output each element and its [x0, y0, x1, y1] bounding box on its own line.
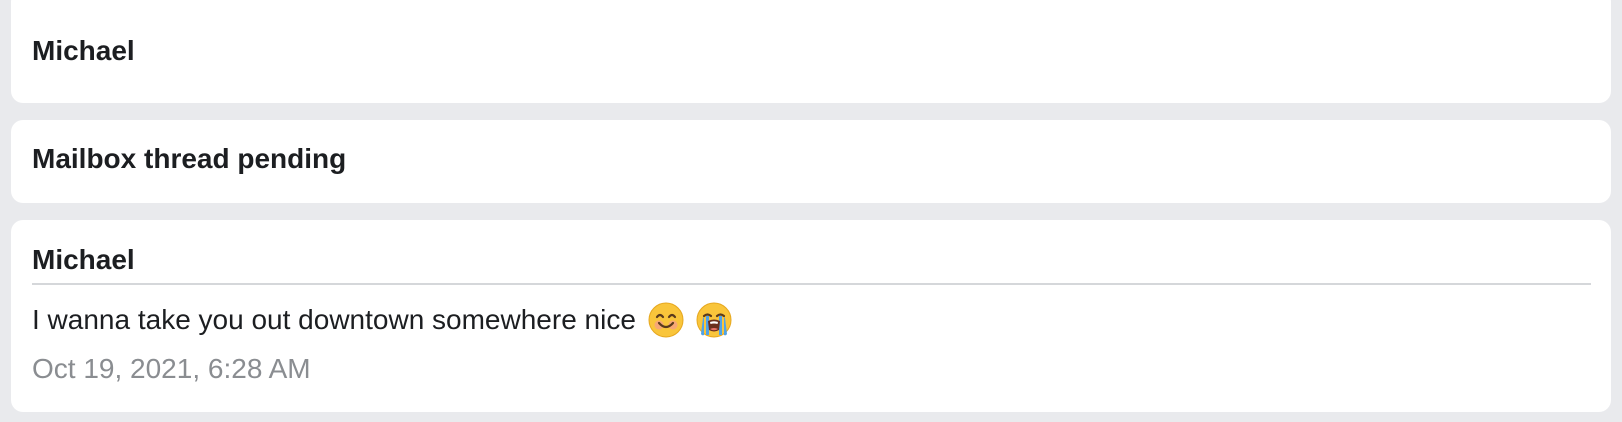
thread-contact-name: Michael: [32, 35, 135, 66]
thread-status-text: Mailbox thread pending: [32, 143, 347, 174]
message-sender: Michael: [32, 244, 135, 275]
thread-header-card: Michael: [11, 0, 1611, 103]
smiling-face-icon: [648, 302, 684, 338]
thread-status-card: Mailbox thread pending: [11, 120, 1611, 203]
message-body: I wanna take you out downtown somewhere …: [32, 302, 732, 338]
loudly-crying-face-icon: [696, 302, 732, 338]
message-divider: [32, 283, 1591, 285]
message-card: Michael I wanna take you out downtown so…: [11, 220, 1611, 412]
message-text: I wanna take you out downtown somewhere …: [32, 304, 636, 336]
message-timestamp: Oct 19, 2021, 6:28 AM: [32, 353, 311, 384]
